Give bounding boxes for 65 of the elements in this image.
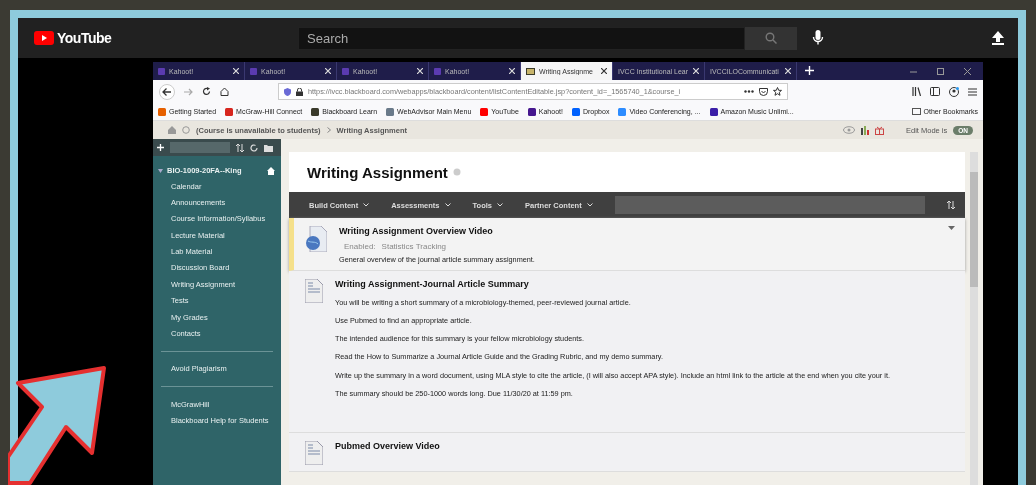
menu-search-field[interactable] [170,142,230,153]
chevron-icon [363,203,370,207]
home-icon[interactable] [267,166,275,175]
info-icon [182,126,190,134]
pocket-icon[interactable] [759,87,768,96]
add-icon[interactable] [157,144,164,151]
bookmark-icon [527,107,536,116]
new-tab-icon[interactable] [805,66,814,75]
sort-icon[interactable] [947,201,955,209]
tab-favicon-icon [434,67,441,75]
folder-icon[interactable] [264,143,273,152]
gift-icon[interactable] [874,125,884,135]
bookmark-icon [158,107,166,116]
star-icon[interactable] [773,87,782,96]
bookmark-icon [571,107,580,116]
home-icon[interactable] [220,87,229,96]
dropdown-icon[interactable] [948,226,955,230]
close-icon[interactable] [601,68,607,74]
bookmark-icon [618,107,627,116]
document-icon [305,279,323,304]
collapse-icon[interactable] [158,168,163,173]
refresh-icon[interactable] [250,143,258,152]
close-icon[interactable] [964,67,971,75]
folder-icon [911,108,921,115]
youtube-logo-text: YouTube [57,30,112,46]
bookmark-icon [480,107,489,116]
more-icon[interactable] [744,90,754,93]
sort-icon[interactable] [236,143,244,152]
bookmark-icon [386,107,395,116]
tab-favicon-icon [158,67,165,75]
chevron-icon [444,203,451,207]
lock-icon [296,87,303,96]
tab-favicon-icon [526,67,535,75]
search-field[interactable]: Search [298,26,745,50]
shield-icon [284,87,291,96]
chevron-right-icon [326,127,331,133]
page-title: Writing Assignment [307,163,448,181]
sidebar-icon[interactable] [930,87,940,96]
bookmark-icon [311,107,320,116]
bookmark-icon [225,107,234,116]
back-icon[interactable] [159,83,175,100]
reload-icon[interactable] [202,87,211,96]
search-button[interactable] [745,26,797,50]
chart-icon[interactable] [860,125,869,135]
bookmark-icon [709,107,718,116]
account-icon[interactable] [949,86,959,97]
chevron-icon [586,203,593,207]
content-item-title[interactable]: Writing Assignment Overview Video [339,226,936,236]
globe-document-icon [305,226,327,252]
tab-favicon-icon [342,67,349,75]
tab-favicon-icon [250,67,257,75]
scrollbar[interactable] [970,152,978,485]
item-detail: Statistics Tracking [381,242,447,251]
play-logo-icon [34,31,54,45]
search-icon [765,32,777,44]
content-item-title[interactable]: Pubmed Overview Video [335,440,955,451]
content-item-title[interactable]: Writing Assignment-Journal Article Summary [335,279,955,290]
upload-icon[interactable] [992,31,1004,45]
maximize-icon[interactable] [937,67,944,75]
microphone-icon[interactable] [812,30,824,46]
document-icon [305,440,323,465]
library-icon[interactable] [912,87,921,96]
menu-icon[interactable] [968,87,977,96]
item-detail: Enabled: [344,242,376,251]
chevron-icon [497,203,503,207]
